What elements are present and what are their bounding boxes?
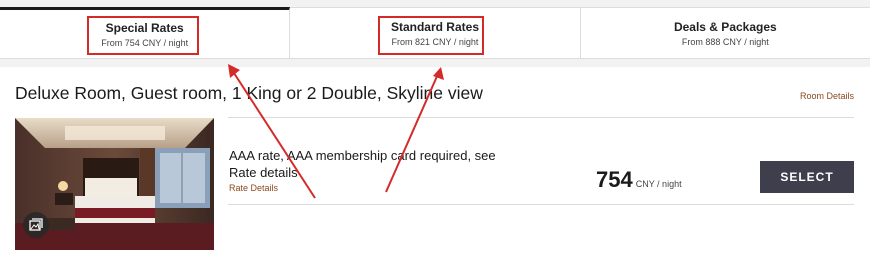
gallery-icon (29, 218, 43, 231)
rate-price: 754 CNY / night (596, 167, 682, 193)
tab-label: Deals & Packages (673, 19, 777, 34)
room-panel: Deluxe Room, Guest room, 1 King or 2 Dou… (0, 67, 870, 268)
select-button[interactable]: SELECT (760, 161, 854, 193)
room-title: Deluxe Room, Guest room, 1 King or 2 Dou… (15, 83, 483, 103)
price-amount: 754 (596, 167, 633, 192)
divider (228, 117, 854, 118)
tab-deals-packages[interactable]: Deals & Packages From 888 CNY / night (580, 7, 870, 58)
price-unit: CNY / night (635, 179, 682, 189)
rate-details-link[interactable]: Rate Details (229, 183, 278, 193)
gallery-button[interactable] (23, 212, 49, 238)
tab-deals-packages-content: Deals & Packages From 888 CNY / night (668, 17, 783, 50)
rate-name: AAA rate, AAA membership card required, … (229, 148, 496, 180)
divider (228, 204, 854, 205)
annotation-box-special (87, 16, 199, 55)
tab-price: From 888 CNY / night (681, 36, 769, 47)
room-details-link[interactable]: Room Details (800, 91, 854, 101)
room-photo[interactable] (15, 118, 214, 250)
annotation-box-standard (378, 16, 484, 55)
